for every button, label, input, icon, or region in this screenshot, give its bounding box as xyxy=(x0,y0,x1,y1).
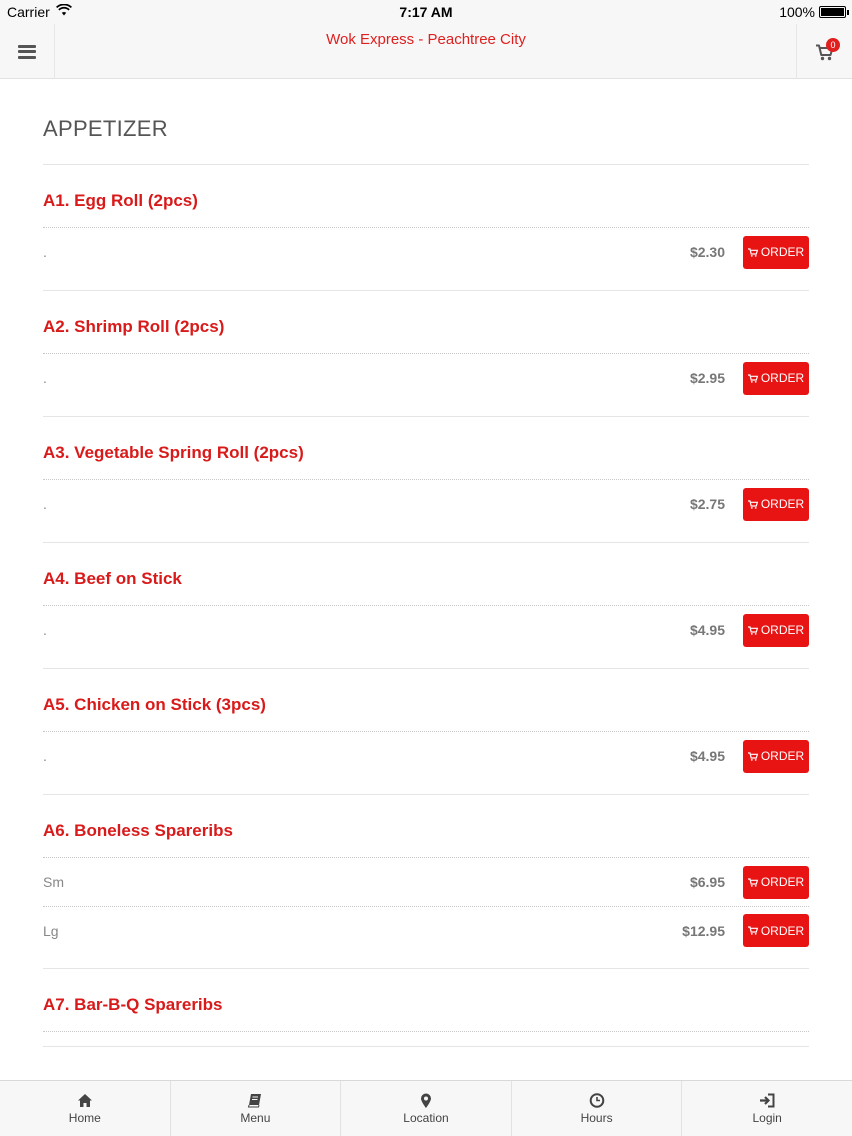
nav-menu[interactable]: Menu xyxy=(171,1081,342,1136)
nav-location[interactable]: Location xyxy=(341,1081,512,1136)
order-button-label: ORDER xyxy=(760,623,805,637)
order-button[interactable]: ORDER xyxy=(743,235,809,269)
menu-item-title: A1. Egg Roll (2pcs) xyxy=(43,165,809,228)
menu-item-title: A6. Boneless Spareribs xyxy=(43,795,809,858)
item-price: $4.95 xyxy=(689,748,725,764)
home-icon xyxy=(77,1093,92,1107)
nav-login[interactable]: Login xyxy=(682,1081,852,1136)
size-label: . xyxy=(43,748,47,764)
order-button-label: ORDER xyxy=(760,245,805,259)
section-title: APPETIZER xyxy=(43,80,809,165)
cart-button[interactable]: 0 xyxy=(796,24,852,79)
menu-item-title: A3. Vegetable Spring Roll (2pcs) xyxy=(43,417,809,480)
book-icon xyxy=(248,1093,262,1107)
size-label: . xyxy=(43,244,47,260)
order-button[interactable]: ORDER xyxy=(743,361,809,395)
size-label: . xyxy=(43,496,47,512)
item-price: $12.95 xyxy=(682,922,725,939)
menu-item-title: A5. Chicken on Stick (3pcs) xyxy=(43,669,809,732)
order-button-label: ORDER xyxy=(760,923,805,938)
menu-item-list: A1. Egg Roll (2pcs). $2.30 ORDER A2. Shrimp… xyxy=(43,165,809,1047)
clock-icon xyxy=(589,1092,604,1108)
menu-item-title: A7. Bar-B-Q Spareribs xyxy=(43,969,809,1032)
price-option-row: Sm $6.95 ORDER xyxy=(43,858,809,906)
cart-icon xyxy=(747,499,758,509)
nav-location-label: Location xyxy=(403,1110,449,1125)
cart-icon xyxy=(747,625,758,635)
item-price: $2.95 xyxy=(689,370,725,386)
battery-percent: 100% xyxy=(779,4,815,20)
item-price: $2.30 xyxy=(689,244,725,260)
price-option-row: Lg $12.95 ORDER xyxy=(43,906,809,954)
order-button-label: ORDER xyxy=(760,371,805,385)
page-title: Wok Express - Peachtree City xyxy=(326,31,526,48)
battery-icon xyxy=(819,6,849,18)
price-option-row: . $4.95 ORDER xyxy=(43,732,809,780)
menu-item: A2. Shrimp Roll (2pcs). $2.95 ORDER xyxy=(43,291,809,417)
nav-login-label: Login xyxy=(752,1110,782,1125)
price-option-row: . $4.95 ORDER xyxy=(43,606,809,654)
menu-item-title: A4. Beef on Stick xyxy=(43,543,809,606)
order-button-label: ORDER xyxy=(760,497,805,511)
nav-home-label: Home xyxy=(68,1110,101,1125)
cart-icon xyxy=(747,373,758,383)
size-label: . xyxy=(43,622,47,638)
menu-item: A4. Beef on Stick. $4.95 ORDER xyxy=(43,543,809,669)
menu-item: A1. Egg Roll (2pcs). $2.30 ORDER xyxy=(43,165,809,291)
order-button[interactable]: ORDER xyxy=(743,914,809,947)
order-button-label: ORDER xyxy=(760,749,805,763)
menu-item: A6. Boneless Spareribs Sm $6.95 ORDER Lg $12.… xyxy=(43,795,809,969)
item-price: $2.75 xyxy=(689,496,725,512)
nav-menu-label: Menu xyxy=(240,1110,271,1125)
menu-item: A3. Vegetable Spring Roll (2pcs). $2.75 OR… xyxy=(43,417,809,543)
order-button[interactable]: ORDER xyxy=(743,487,809,521)
size-label: Lg xyxy=(43,922,59,939)
map-pin-icon xyxy=(420,1093,431,1108)
nav-hours-label: Hours xyxy=(580,1110,613,1125)
size-label: Sm xyxy=(43,874,64,890)
menu-item: A7. Bar-B-Q Spareribs xyxy=(43,969,809,1047)
menu-content: APPETIZER A1. Egg Roll (2pcs). $2.30 ORDER… xyxy=(43,80,809,1047)
item-price: $4.95 xyxy=(689,622,725,638)
cart-icon xyxy=(747,926,758,935)
order-button-label: ORDER xyxy=(760,875,805,889)
nav-hours[interactable]: Hours xyxy=(512,1081,683,1136)
cart-icon xyxy=(747,247,758,257)
price-option-row: . $2.30 ORDER xyxy=(43,228,809,276)
cart-count-badge: 0 xyxy=(826,38,840,52)
item-price: $6.95 xyxy=(689,874,725,890)
login-icon xyxy=(760,1093,775,1107)
nav-home[interactable]: Home xyxy=(0,1081,171,1136)
order-button[interactable]: ORDER xyxy=(743,739,809,773)
bottom-navigation: Home Menu Location Hours Login xyxy=(0,1080,852,1136)
order-button[interactable]: ORDER xyxy=(743,865,809,899)
cart-icon xyxy=(747,877,758,887)
size-label: . xyxy=(43,370,47,386)
app-header: Wok Express - Peachtree City 0 xyxy=(0,24,852,79)
clock-time: 7:17 AM xyxy=(399,4,453,20)
order-button[interactable]: ORDER xyxy=(743,613,809,647)
cart-icon xyxy=(747,751,758,761)
menu-item: A5. Chicken on Stick (3pcs). $4.95 ORDER xyxy=(43,669,809,795)
price-option-row: . $2.95 ORDER xyxy=(43,354,809,402)
menu-item-title: A2. Shrimp Roll (2pcs) xyxy=(43,291,809,354)
price-option-row: . $2.75 ORDER xyxy=(43,480,809,528)
status-bar: Carrier 7:17 AM 100% xyxy=(0,0,852,24)
